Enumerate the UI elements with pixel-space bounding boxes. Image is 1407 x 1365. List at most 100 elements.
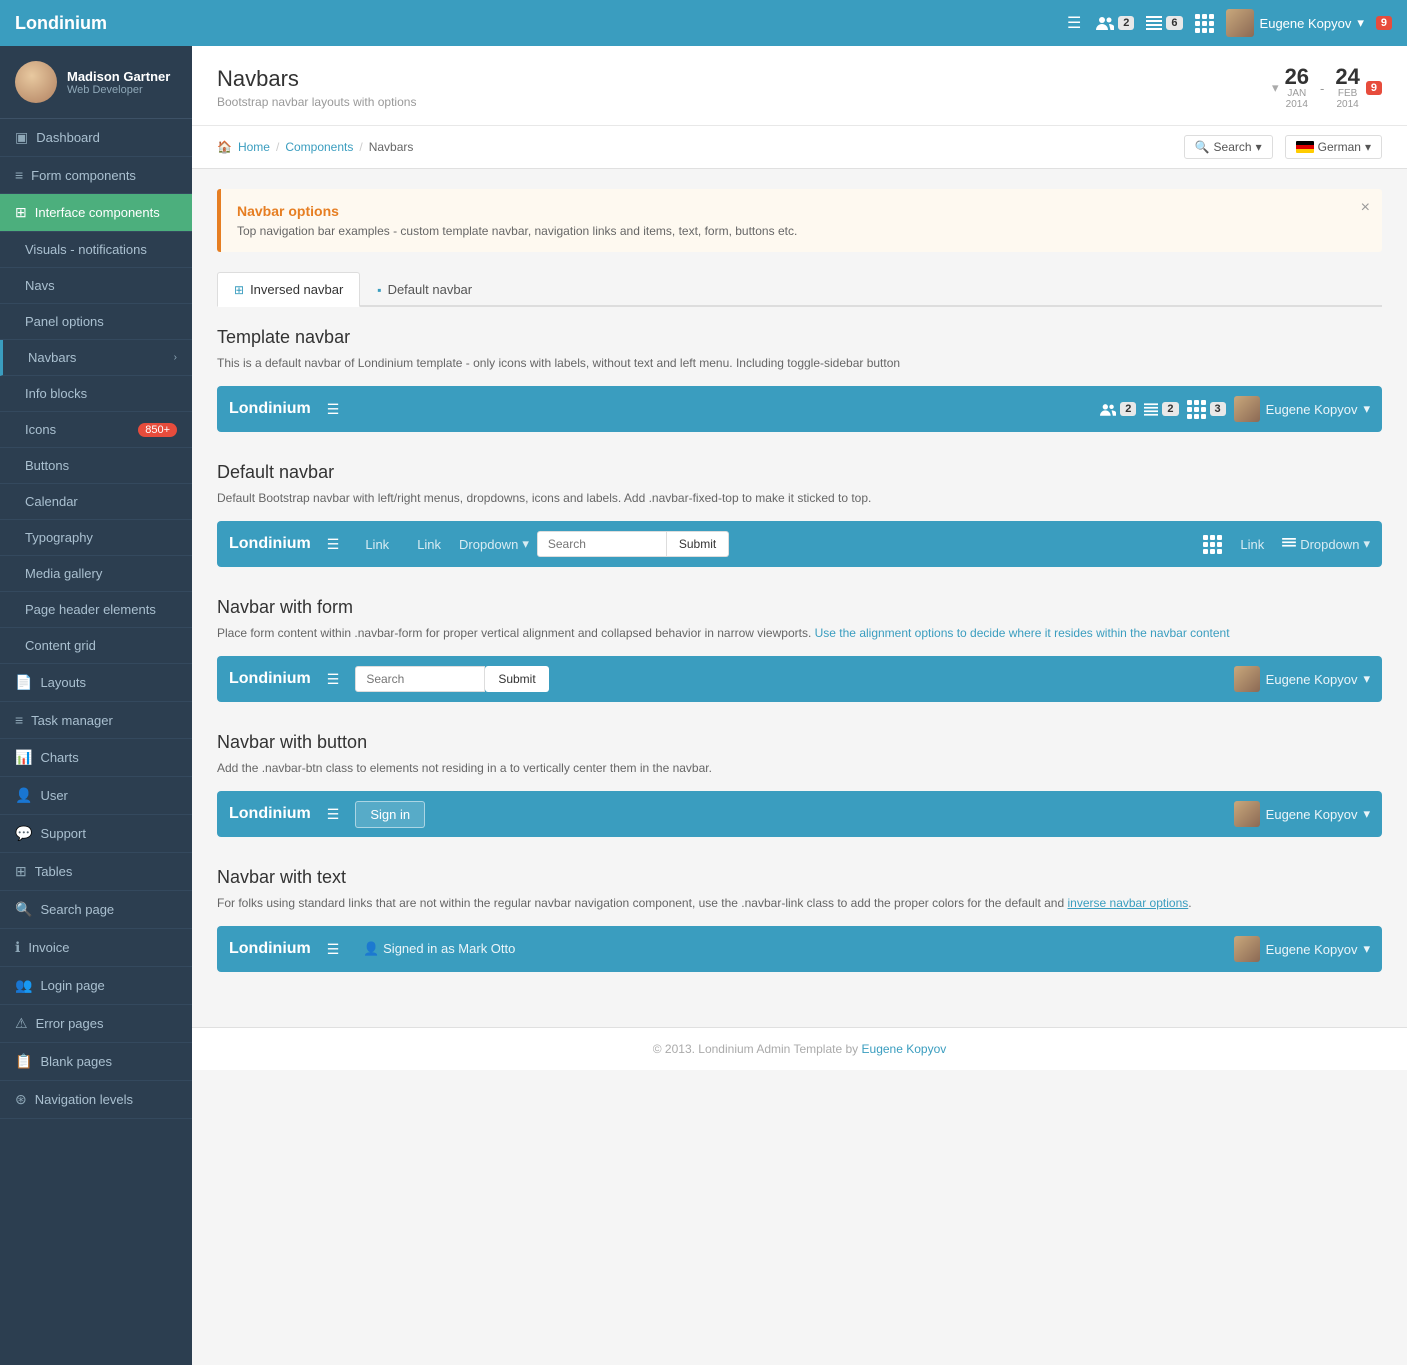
- sidebar-item-typography[interactable]: Typography: [0, 520, 192, 556]
- app-brand[interactable]: Londinium: [15, 13, 1067, 34]
- sidebar-item-nav-levels[interactable]: ⊛ Navigation levels: [0, 1081, 192, 1119]
- demo-users-icon: [1100, 403, 1116, 416]
- footer-author-link[interactable]: Eugene Kopyov: [862, 1042, 947, 1056]
- date-from: 26 JAN 2014: [1285, 66, 1309, 110]
- demo-template-badge3: 3: [1210, 402, 1226, 416]
- demo-form-user[interactable]: Eugene Kopyov ▾: [1234, 666, 1370, 692]
- demo-text-user[interactable]: Eugene Kopyov ▾: [1234, 936, 1370, 962]
- sidebar-item-charts[interactable]: 📊 Charts: [0, 739, 192, 777]
- sidebar-item-search[interactable]: 🔍 Search page: [0, 891, 192, 929]
- demo-button-menu-icon[interactable]: ☰: [319, 800, 348, 829]
- demo-button-brand: Londinium: [229, 805, 311, 823]
- demo-default-search-input[interactable]: [537, 531, 667, 557]
- sidebar-item-interface-components[interactable]: ⊞ Interface components: [0, 194, 192, 232]
- breadcrumb-actions: 🔍 Search ▾ German ▾: [1184, 135, 1382, 159]
- errors-icon: ⚠: [15, 1015, 28, 1032]
- sidebar-item-panel[interactable]: Panel options: [0, 304, 192, 340]
- sidebar-item-icons[interactable]: Icons 850+: [0, 412, 192, 448]
- demo-button-username: Eugene Kopyov: [1266, 807, 1358, 822]
- demo-button-user[interactable]: Eugene Kopyov ▾: [1234, 801, 1370, 827]
- demo-text-menu-icon[interactable]: ☰: [319, 935, 348, 964]
- sidebar-nav: ▣ Dashboard ≡ Form components ⊞ Interfac…: [0, 119, 192, 1365]
- sidebar-user-name: Madison Gartner: [67, 69, 170, 84]
- demo-template-menu-icon[interactable]: ☰: [319, 395, 348, 424]
- sidebar-item-navs[interactable]: Navs: [0, 268, 192, 304]
- tab-inversed-navbar[interactable]: ⊞ Inversed navbar: [217, 272, 360, 307]
- breadcrumb: 🏠 Home / Components / Navbars: [217, 140, 413, 154]
- demo-template-users[interactable]: 2: [1100, 402, 1136, 416]
- demo-default-right-dropdown[interactable]: Dropdown ▾: [1282, 536, 1370, 552]
- demo-default-search-group: Submit: [537, 531, 729, 557]
- demo-default-grid-icon[interactable]: [1203, 535, 1222, 554]
- task-icon: ≡: [15, 712, 23, 728]
- demo-template-user[interactable]: Eugene Kopyov ▾: [1234, 396, 1370, 422]
- search-breadcrumb-icon: 🔍: [1195, 140, 1210, 154]
- sidebar-item-calendar[interactable]: Calendar: [0, 484, 192, 520]
- demo-default-menu-icon[interactable]: ☰: [319, 530, 348, 559]
- sidebar-item-visuals[interactable]: Visuals - notifications: [0, 232, 192, 268]
- header-grid-icon[interactable]: [1195, 14, 1214, 33]
- sidebar-item-user[interactable]: 👤 User: [0, 777, 192, 815]
- breadcrumb-home[interactable]: Home: [238, 140, 270, 154]
- demo-form-submit-button[interactable]: Submit: [485, 666, 548, 692]
- demo-button-chevron: ▾: [1363, 806, 1370, 822]
- sidebar-item-form-components[interactable]: ≡ Form components: [0, 157, 192, 194]
- demo-form-menu-icon[interactable]: ☰: [319, 665, 348, 694]
- sidebar-label-typography: Typography: [25, 530, 93, 545]
- demo-list-icon: [1144, 403, 1158, 416]
- demo-default-right-link[interactable]: Link: [1230, 537, 1274, 552]
- page-title: Navbars: [217, 66, 416, 92]
- sidebar-item-blank[interactable]: 📋 Blank pages: [0, 1043, 192, 1081]
- demo-button-signin-button[interactable]: Sign in: [355, 801, 425, 828]
- demo-form-avatar: [1234, 666, 1260, 692]
- sidebar-item-buttons[interactable]: Buttons: [0, 448, 192, 484]
- sidebar-item-info-blocks[interactable]: Info blocks: [0, 376, 192, 412]
- section-default-desc: Default Bootstrap navbar with left/right…: [217, 489, 1382, 507]
- sidebar-item-support[interactable]: 💬 Support: [0, 815, 192, 853]
- demo-text-signed-in-label: Signed in as Mark Otto: [383, 941, 515, 956]
- sidebar-label-navbars: Navbars: [28, 350, 76, 365]
- sidebar-item-navbars[interactable]: Navbars ›: [0, 340, 192, 376]
- section-button-navbar: Navbar with button Add the .navbar-btn c…: [217, 732, 1382, 837]
- breadcrumb-components[interactable]: Components: [285, 140, 353, 154]
- sidebar-item-invoice[interactable]: ℹ Invoice: [0, 929, 192, 967]
- sidebar-item-layouts[interactable]: 📄 Layouts: [0, 664, 192, 702]
- sidebar-item-login[interactable]: 👥 Login page: [0, 967, 192, 1005]
- language-button[interactable]: German ▾: [1285, 135, 1382, 159]
- sidebar-item-tables[interactable]: ⊞ Tables: [0, 853, 192, 891]
- section-button-desc: Add the .navbar-btn class to elements no…: [217, 759, 1382, 777]
- demo-default-link1[interactable]: Link: [355, 537, 399, 552]
- demo-template-brand: Londinium: [229, 400, 311, 418]
- menu-icon[interactable]: ☰: [1067, 13, 1081, 33]
- section-text-desc: For folks using standard links that are …: [217, 894, 1382, 912]
- sidebar-label-search: Search page: [40, 902, 114, 917]
- demo-text-username: Eugene Kopyov: [1266, 942, 1358, 957]
- language-chevron-icon: ▾: [1365, 140, 1371, 154]
- search-breadcrumb-button[interactable]: 🔍 Search ▾: [1184, 135, 1273, 159]
- demo-form-chevron: ▾: [1363, 671, 1370, 687]
- user-chevron-icon: ▾: [1357, 15, 1364, 31]
- user-menu[interactable]: Eugene Kopyov ▾: [1226, 9, 1364, 37]
- demo-default-submit-button[interactable]: Submit: [667, 531, 729, 557]
- demo-form-search-input[interactable]: [355, 666, 485, 692]
- header-users-badge[interactable]: 2: [1096, 16, 1134, 30]
- alert-close-button[interactable]: ×: [1361, 199, 1370, 217]
- sidebar-label-nav-levels: Navigation levels: [35, 1092, 133, 1107]
- sidebar-item-page-header[interactable]: Page header elements: [0, 592, 192, 628]
- sidebar-label-media: Media gallery: [25, 566, 102, 581]
- demo-template-grid[interactable]: 3: [1187, 400, 1226, 419]
- sidebar-item-task-manager[interactable]: ≡ Task manager: [0, 702, 192, 739]
- demo-default-dropdown[interactable]: Dropdown ▾: [459, 536, 529, 552]
- tab-default-navbar[interactable]: ▪ Default navbar: [360, 272, 489, 307]
- demo-default-link2[interactable]: Link: [407, 537, 451, 552]
- sidebar-item-media-gallery[interactable]: Media gallery: [0, 556, 192, 592]
- sidebar-item-dashboard[interactable]: ▣ Dashboard: [0, 119, 192, 157]
- sidebar-item-errors[interactable]: ⚠ Error pages: [0, 1005, 192, 1043]
- sidebar-item-content-grid[interactable]: Content grid: [0, 628, 192, 664]
- sidebar-label-login: Login page: [40, 978, 104, 993]
- header-list-badge[interactable]: 6: [1146, 16, 1182, 30]
- date-to: 24 FEB 2014: [1335, 66, 1359, 110]
- demo-template-list[interactable]: 2: [1144, 402, 1178, 416]
- section-text-desc-link[interactable]: inverse navbar options: [1068, 896, 1189, 910]
- section-template-title: Template navbar: [217, 327, 1382, 348]
